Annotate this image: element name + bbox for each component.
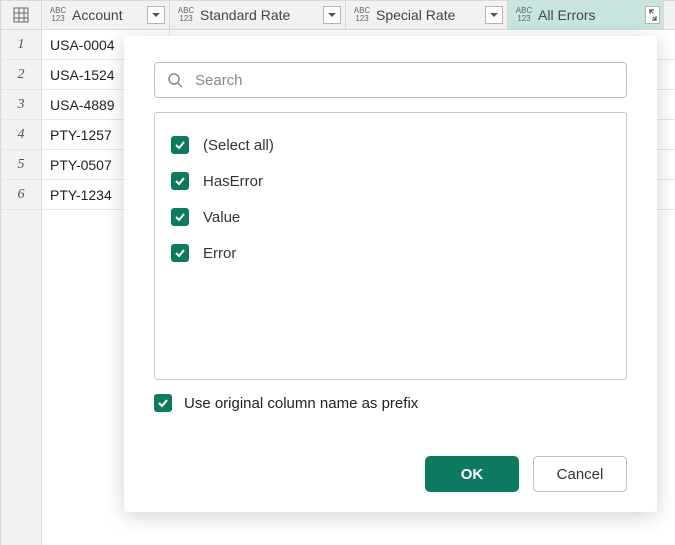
checkbox-checked-icon[interactable] [171,208,189,226]
type-any-icon: ABC123 [514,7,534,23]
option-label: HasError [203,173,263,190]
use-prefix-label: Use original column name as prefix [184,395,418,412]
option-select-all[interactable]: (Select all) [171,127,610,163]
select-all-corner[interactable] [0,1,42,29]
column-header-standard-rate[interactable]: ABC123 Standard Rate [170,1,346,29]
row-number[interactable]: 4 [0,120,42,149]
column-header-account[interactable]: ABC123 Account [42,1,170,29]
search-field[interactable] [154,62,627,98]
checkbox-checked-icon[interactable] [154,394,172,412]
row-number[interactable]: 6 [0,180,42,209]
option-label: (Select all) [203,137,274,154]
column-expand-button[interactable] [638,1,664,29]
column-header-row: ABC123 Account ABC123 Standard Rate ABC1… [0,0,675,30]
type-any-icon: ABC123 [176,7,196,23]
chevron-down-icon [328,11,336,19]
option-label: Error [203,245,236,262]
dialog-buttons: OK Cancel [154,438,627,492]
row-number[interactable]: 3 [0,90,42,119]
row-number[interactable]: 2 [0,60,42,89]
checkbox-checked-icon[interactable] [171,244,189,262]
option-error[interactable]: Error [171,235,610,271]
column-header-all-errors[interactable]: ABC123 All Errors [508,1,638,29]
check-icon [174,211,186,223]
checkbox-checked-icon[interactable] [171,172,189,190]
search-icon [167,72,183,88]
type-any-icon: ABC123 [48,7,68,23]
row-number[interactable]: 1 [0,30,42,59]
expand-column-popup: (Select all) HasError Value Error Use or… [124,36,657,512]
check-icon [174,139,186,151]
chevron-down-icon [490,11,498,19]
option-haserror[interactable]: HasError [171,163,610,199]
type-any-icon: ABC123 [352,7,372,23]
column-name: Standard Rate [200,7,319,23]
column-options-list: (Select all) HasError Value Error [154,112,627,380]
check-icon [174,247,186,259]
chevron-down-icon [152,11,160,19]
row-number[interactable]: 5 [0,150,42,179]
ok-button[interactable]: OK [425,456,519,492]
column-filter-button[interactable] [147,6,165,24]
column-name: All Errors [538,7,633,23]
search-input[interactable] [193,71,614,90]
cancel-button[interactable]: Cancel [533,456,627,492]
check-icon [174,175,186,187]
check-icon [157,397,169,409]
option-label: Value [203,209,240,226]
column-filter-button[interactable] [323,6,341,24]
checkbox-checked-icon[interactable] [171,136,189,154]
expand-icon-button[interactable] [645,6,660,24]
column-filter-button[interactable] [485,6,503,24]
column-header-special-rate[interactable]: ABC123 Special Rate [346,1,508,29]
column-name: Special Rate [376,7,481,23]
column-name: Account [72,7,143,23]
option-value[interactable]: Value [171,199,610,235]
expand-icon [647,9,659,21]
use-prefix-option[interactable]: Use original column name as prefix [154,394,627,412]
table-icon [13,7,29,23]
